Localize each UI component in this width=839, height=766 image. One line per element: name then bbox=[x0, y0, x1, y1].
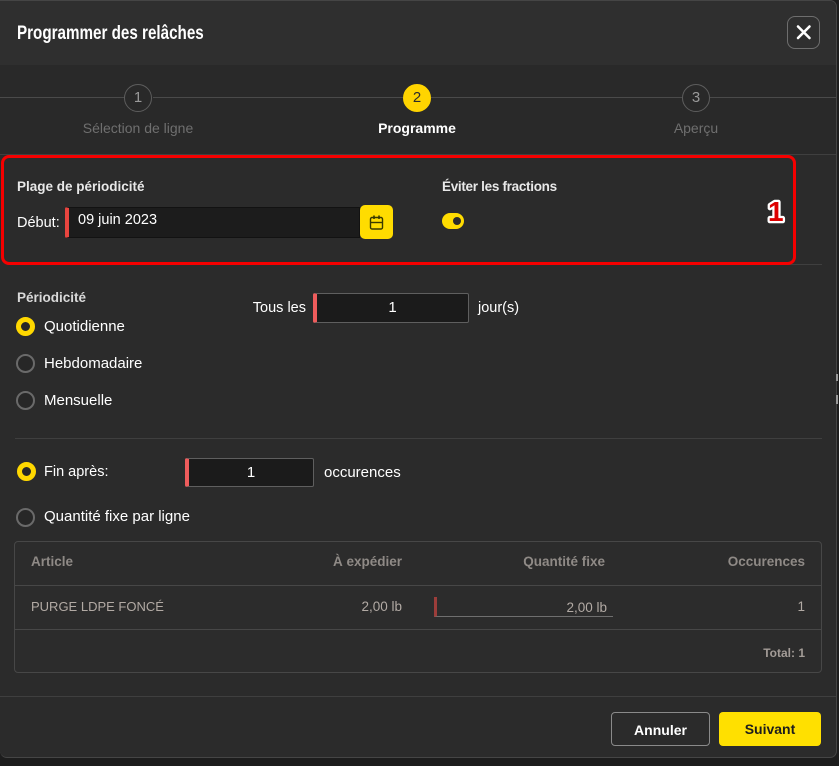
svg-text:1: 1 bbox=[768, 196, 784, 227]
